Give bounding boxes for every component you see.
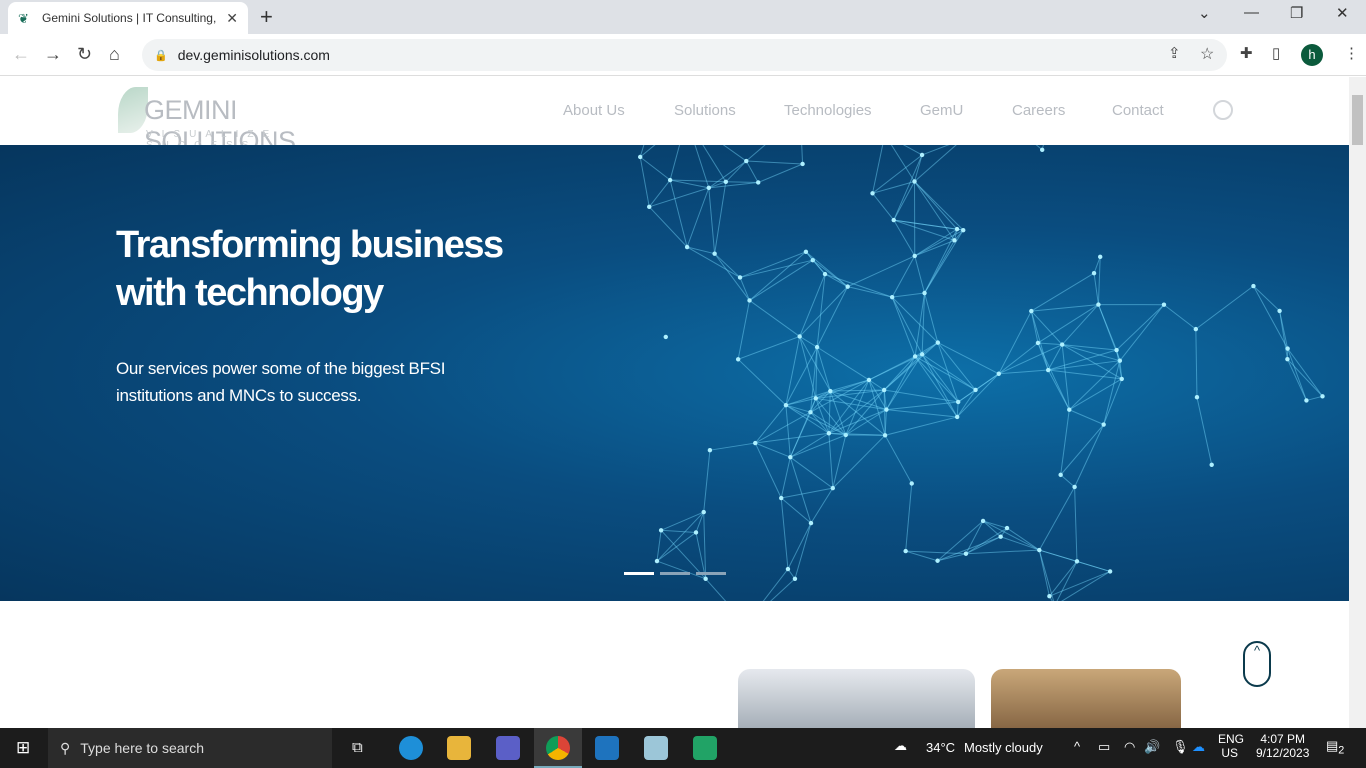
volume-icon[interactable]: 🔊 (1144, 739, 1160, 755)
language-indicator[interactable]: ENG US (1218, 732, 1244, 760)
minimize-button[interactable]: — (1244, 4, 1259, 21)
scroll-up-button[interactable]: ^ (1243, 641, 1271, 687)
weather-temp[interactable]: 34°C (926, 740, 955, 755)
hero-banner: Transforming business with technology Our… (0, 145, 1349, 601)
team-photo (738, 669, 975, 728)
content-section: ^ (0, 601, 1349, 728)
site-header: GEMINI SOLUTIONS VISUALIZE SUCCESS About… (0, 77, 1349, 156)
slide-dot-2[interactable] (660, 572, 690, 575)
windows-taskbar: ⊞ ⚲ Type here to search ⧉ ☁ 34°C Mostly … (0, 728, 1366, 768)
website: GEMINI SOLUTIONS VISUALIZE SUCCESS About… (0, 77, 1349, 728)
close-window-button[interactable]: ✕ (1336, 4, 1349, 22)
search-icon[interactable] (1213, 100, 1233, 120)
site-logo[interactable]: GEMINI SOLUTIONS VISUALIZE SUCCESS (118, 87, 378, 156)
scrollbar-thumb[interactable] (1352, 95, 1363, 145)
extensions-icon[interactable]: ✚ (1240, 44, 1253, 62)
search-icon: ⚲ (60, 739, 71, 756)
tab-title: Gemini Solutions | IT Consulting, (42, 11, 217, 25)
share-icon[interactable]: ⇪ (1168, 44, 1181, 62)
profile-avatar[interactable]: h (1301, 44, 1323, 66)
reload-icon[interactable]: ↻ (77, 44, 92, 65)
url-text: dev.geminisolutions.com (177, 47, 330, 63)
app-icon[interactable] (644, 736, 668, 760)
hero-text: Our services power some of the biggest B… (116, 359, 446, 405)
onedrive-icon[interactable]: ☁ (1192, 739, 1205, 755)
nav-solutions[interactable]: Solutions (674, 102, 736, 119)
teams-icon[interactable] (496, 736, 520, 760)
slide-dot-1[interactable] (624, 572, 654, 575)
gemini-favicon-icon: ❦ (18, 11, 29, 26)
search-placeholder: Type here to search (80, 740, 205, 756)
chrome-taskbar-button[interactable] (534, 728, 582, 768)
office-photo (991, 669, 1181, 728)
app-s-icon[interactable] (595, 736, 619, 760)
weather-text[interactable]: Mostly cloudy (964, 740, 1043, 755)
nav-gemu[interactable]: GemU (920, 102, 963, 119)
clock[interactable]: 4:07 PM 9/12/2023 (1256, 732, 1309, 760)
page-scrollbar[interactable] (1349, 77, 1366, 728)
battery-icon[interactable]: ▭ (1098, 739, 1110, 755)
new-tab-button[interactable]: + (260, 4, 273, 30)
microphone-icon[interactable]: 🎙 (1172, 739, 1189, 755)
nav-contact[interactable]: Contact (1112, 102, 1164, 119)
menu-icon[interactable]: ⋮ (1344, 44, 1359, 62)
windows-start-icon[interactable]: ⊞ (16, 738, 30, 758)
edge-icon[interactable] (399, 736, 423, 760)
lock-icon: 🔒 (154, 49, 168, 62)
home-icon[interactable]: ⌂ (109, 44, 120, 65)
hero-title: Transforming business with technology (116, 224, 504, 314)
slide-dot-3[interactable] (696, 572, 726, 575)
weather-icon[interactable]: ☁ (894, 738, 907, 754)
nav-careers[interactable]: Careers (1012, 102, 1065, 119)
nav-about-us[interactable]: About Us (563, 102, 625, 119)
taskbar-search[interactable]: ⚲ Type here to search (48, 728, 332, 768)
tab-bar: ❦ Gemini Solutions | IT Consulting, ✕ + … (0, 0, 1366, 34)
show-hidden-icons[interactable]: ^ (1074, 739, 1080, 754)
notifications-icon[interactable]: ▤2 (1326, 738, 1344, 757)
wifi-icon[interactable]: ◠ (1124, 739, 1135, 755)
browser-toolbar: ← → ↻ ⌂ 🔒 dev.geminisolutions.com ⇪ ☆ ✚ … (0, 34, 1366, 76)
file-explorer-icon[interactable] (447, 736, 471, 760)
close-tab-icon[interactable]: ✕ (226, 10, 238, 27)
side-panel-icon[interactable]: ▯ (1272, 44, 1280, 62)
bookmark-star-icon[interactable]: ☆ (1200, 44, 1214, 64)
task-view-icon[interactable]: ⧉ (352, 739, 363, 756)
browser-tab[interactable]: ❦ Gemini Solutions | IT Consulting, ✕ (8, 2, 248, 34)
media-player-icon[interactable] (693, 736, 717, 760)
nav-technologies[interactable]: Technologies (784, 102, 872, 119)
forward-icon[interactable]: → (44, 44, 62, 65)
address-bar[interactable]: 🔒 dev.geminisolutions.com (142, 39, 1227, 71)
back-icon[interactable]: ← (12, 44, 30, 65)
restore-button[interactable]: ❐ (1290, 4, 1303, 22)
tab-search-icon[interactable]: ⌄ (1198, 4, 1211, 22)
